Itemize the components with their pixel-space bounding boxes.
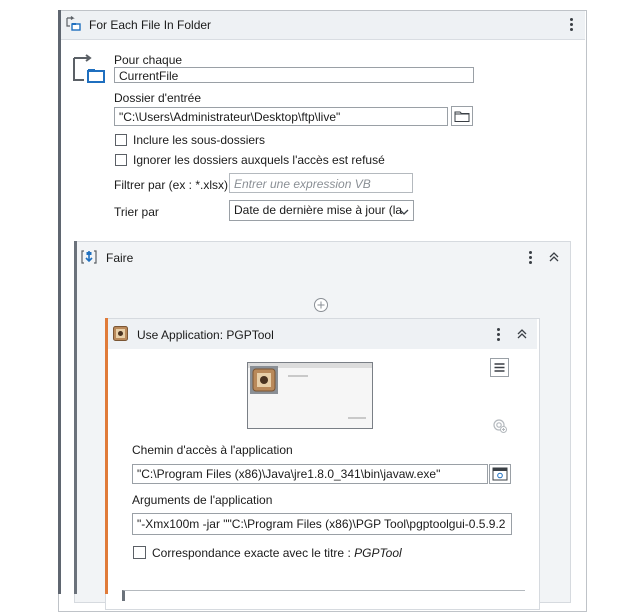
exact-title-label-text: Correspondance exacte avec le titre : — [152, 546, 355, 560]
exact-title-checkbox[interactable] — [133, 546, 146, 559]
collapse-icon[interactable] — [547, 251, 561, 263]
sort-dropdown[interactable]: Date de dernière mise à jour (la — [229, 200, 414, 221]
for-each-folder-icon — [65, 16, 81, 32]
folder-icon — [454, 111, 470, 122]
filter-input[interactable]: Entrer une expression VB — [229, 173, 413, 193]
app-args-field[interactable]: "-Xmx100m -jar ""C:\Program Files (x86)\… — [132, 513, 512, 535]
include-subfolders-checkbox[interactable] — [115, 134, 127, 146]
for-each-large-icon — [72, 54, 108, 84]
preview-line — [288, 375, 308, 377]
indicate-target-icon[interactable] — [492, 418, 508, 434]
sequence-icon — [81, 249, 97, 265]
preview-app-icon — [250, 366, 278, 394]
for-each-title: For Each File In Folder — [89, 18, 212, 32]
use-application-accent-bar — [105, 318, 108, 594]
browse-window-icon — [492, 467, 508, 481]
filter-label: Filtrer par (ex : *.xlsx) — [114, 178, 229, 192]
for-each-item-field[interactable]: CurrentFile — [114, 67, 474, 83]
add-activity-icon[interactable] — [313, 297, 329, 313]
do-block-accent-bar — [74, 241, 77, 594]
sort-value: Date de dernière mise à jour (la — [234, 203, 403, 217]
input-folder-field[interactable]: "C:\Users\Administrateur\Desktop\ftp\liv… — [114, 107, 448, 126]
input-folder-label: Dossier d'entrée — [114, 91, 201, 105]
include-subfolders-label: Inclure les sous-dossiers — [133, 133, 266, 147]
sort-label: Trier par — [114, 205, 159, 219]
app-args-label: Arguments de l'application — [132, 493, 273, 507]
for-each-item-label: Pour chaque — [114, 53, 183, 67]
browse-app-button[interactable] — [489, 464, 511, 484]
use-application-title: Use Application: PGPTool — [137, 328, 274, 342]
do-block-more-icon[interactable] — [529, 249, 533, 266]
application-icon — [113, 326, 128, 341]
menu-icon[interactable] — [490, 358, 509, 377]
exact-title-label: Correspondance exacte avec le titre : PG… — [152, 546, 402, 560]
app-screenshot-preview[interactable] — [247, 362, 373, 429]
for-each-more-icon[interactable] — [570, 16, 574, 33]
do-block-title: Faire — [106, 251, 134, 265]
use-application-collapse-icon[interactable] — [515, 328, 529, 340]
app-path-field[interactable]: "C:\Program Files (x86)\Java\jre1.8.0_34… — [132, 464, 488, 484]
for-each-accent-bar — [58, 10, 61, 594]
browse-folder-button[interactable] — [451, 106, 473, 126]
ignore-denied-checkbox[interactable] — [115, 154, 127, 166]
ignore-denied-label: Ignorer les dossiers auxquels l'accès es… — [133, 153, 385, 167]
use-application-more-icon[interactable] — [497, 326, 501, 343]
do-block-header[interactable] — [77, 242, 568, 272]
app-path-label: Chemin d'accès à l'application — [132, 443, 293, 457]
preview-line — [348, 417, 366, 419]
next-activity[interactable] — [122, 590, 525, 601]
exact-title-value: PGPTool — [354, 546, 402, 560]
chevron-down-icon[interactable] — [398, 206, 410, 216]
